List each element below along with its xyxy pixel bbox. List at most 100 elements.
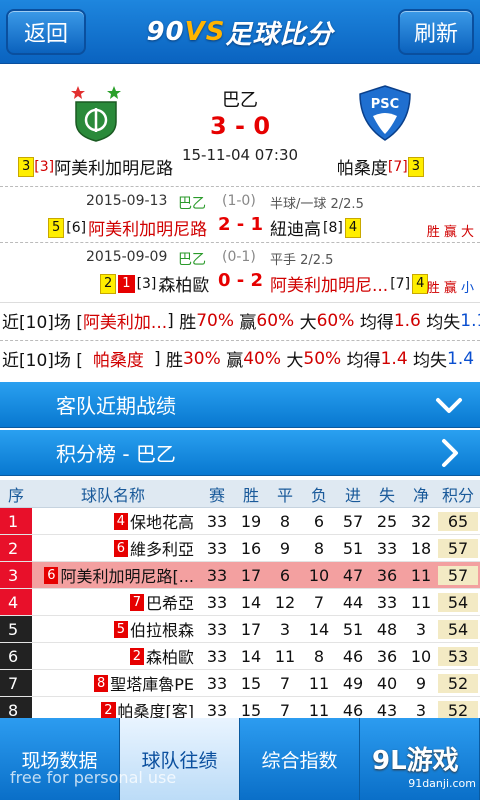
col-header: 负 xyxy=(310,485,327,505)
played: 33 xyxy=(206,565,228,585)
col-header: 序 xyxy=(8,485,25,505)
away-recent-section[interactable]: 客队近期战绩 xyxy=(0,382,480,428)
table-row[interactable]: 7 8 聖塔庫魯PE 33 15 7 11 49 40 9 52 xyxy=(0,670,480,697)
table-row[interactable]: 6 2 森柏歐 33 14 11 8 46 36 10 53 xyxy=(0,643,480,670)
match-league: 巴乙 xyxy=(222,90,258,111)
ga-label: 均失 xyxy=(426,313,461,333)
table-row[interactable]: 1 4 保地花高 33 19 8 6 57 25 32 65 xyxy=(0,508,480,535)
goals-against: 36 xyxy=(376,565,398,585)
h2h-halftime: (1-0) xyxy=(222,193,256,209)
h2h-home-rank: [3] xyxy=(136,275,157,292)
losses: 10 xyxy=(308,565,330,585)
points: 54 xyxy=(438,592,478,612)
wins: 14 xyxy=(240,592,262,612)
goals-for: 46 xyxy=(342,646,364,666)
refresh-button[interactable]: 刷新 xyxy=(398,9,474,55)
team-rank-badge: 8 xyxy=(93,674,109,692)
tab-team-history[interactable]: 球队往绩 xyxy=(120,718,240,800)
h2h-row[interactable]: 2015-09-09 巴乙 (0-1) 平手 2/2.5 2 1 [3] 森柏歐… xyxy=(0,242,480,298)
h2h-away-rank: [7] xyxy=(390,275,411,292)
played: 33 xyxy=(206,646,228,666)
played: 33 xyxy=(206,538,228,558)
gf-label: 均得 xyxy=(359,313,394,333)
losses: 7 xyxy=(313,592,325,612)
goals-for: 44 xyxy=(342,592,364,612)
points: 65 xyxy=(438,511,478,531)
h2h-result: 0 - 2 xyxy=(218,270,264,291)
table-row[interactable]: 4 7 巴希亞 33 14 12 7 44 33 11 54 xyxy=(0,589,480,616)
team-name: 阿美利加明尼路[... xyxy=(60,567,194,586)
col-header: 失 xyxy=(378,485,395,505)
tab-odds-index[interactable]: 综合指数 xyxy=(240,718,360,800)
wins: 14 xyxy=(240,646,262,666)
brand-logo: 9L游戏 91danji.com xyxy=(372,740,476,796)
logo-vs: VS xyxy=(184,17,226,47)
table-row[interactable]: 3 6 阿美利加明尼路[... 33 17 6 10 47 36 11 57 xyxy=(0,562,480,589)
team-cell: 4 保地花高 xyxy=(32,509,200,533)
points: 57 xyxy=(438,538,478,558)
goal-diff: 3 xyxy=(415,619,427,639)
avg-gf: 1.6 xyxy=(393,310,421,331)
h2h-row[interactable]: 2015-09-13 巴乙 (1-0) 半球/一球 2/2.5 5 [6] 阿美… xyxy=(0,186,480,242)
app-logo: 90 VS 足球比分 xyxy=(135,14,345,50)
goal-diff: 11 xyxy=(410,565,432,585)
win-pct: 70% xyxy=(196,310,234,331)
h2h-away: 阿美利加明尼... [7] 4 xyxy=(270,271,429,296)
losses: 14 xyxy=(308,619,330,639)
h2h-league: 巴乙 xyxy=(178,196,206,212)
col-header: 积分 xyxy=(441,485,474,505)
away-team-name: 帕桑度 xyxy=(336,159,388,179)
h2h-home: 2 1 [3] 森柏歐 xyxy=(100,271,209,296)
wins: 16 xyxy=(240,538,262,558)
played: 33 xyxy=(206,511,228,531)
h2h-tags: 胜 赢 小 xyxy=(426,281,474,296)
goals-for: 51 xyxy=(342,538,364,558)
rank-number: 3 xyxy=(0,562,32,588)
losses: 11 xyxy=(308,700,330,720)
table-row[interactable]: 5 5 伯拉根森 33 17 3 14 51 48 3 54 xyxy=(0,616,480,643)
summary-team: 帕桑度 xyxy=(92,351,144,371)
draws: 9 xyxy=(279,538,291,558)
rank-number: 4 xyxy=(0,589,32,615)
draws: 8 xyxy=(279,511,291,531)
played: 33 xyxy=(206,673,228,693)
col-header: 球队名称 xyxy=(80,485,145,505)
gf-label: 均得 xyxy=(346,351,381,371)
losses: 8 xyxy=(313,538,325,558)
home-rank: [3] xyxy=(34,158,55,175)
h2h-home-name: 森柏歐 xyxy=(158,276,210,296)
h2h-home-pos: 2 xyxy=(100,273,117,294)
svg-text:PSC: PSC xyxy=(371,97,399,112)
back-button[interactable]: 返回 xyxy=(6,9,86,55)
table-header: 序 球队名称 赛 胜 平 负 进 失 净 积分 xyxy=(0,480,480,508)
goal-diff: 9 xyxy=(415,673,427,693)
goals-against: 40 xyxy=(376,673,398,693)
goals-against: 33 xyxy=(376,592,398,612)
draws: 7 xyxy=(279,700,291,720)
table-row[interactable]: 2 6 維多利亞 33 16 9 8 51 33 18 57 xyxy=(0,535,480,562)
tab-live-data[interactable]: 现场数据 xyxy=(0,718,120,800)
recent-summary-away: 近[10]场 [ 帕桑度 ] 胜 30% 赢 40% 大 50% 均得 1.4 均失 1.… xyxy=(0,340,480,376)
team-cell: 6 阿美利加明尼路[... xyxy=(32,563,200,587)
over-label: 大 xyxy=(286,351,304,371)
home-team[interactable]: 3 [3] 阿美利加明尼路 xyxy=(18,154,173,179)
brand-name: 9L游戏 xyxy=(372,746,459,776)
summary-suffix: ] xyxy=(167,310,174,331)
goals-against: 48 xyxy=(376,619,398,639)
team-name: 伯拉根森 xyxy=(129,621,194,640)
team-rank-badge: 6 xyxy=(113,539,128,557)
chevron-right-icon xyxy=(442,439,458,467)
losses: 11 xyxy=(308,673,330,693)
over-pct: 50% xyxy=(303,348,342,369)
team-rank-badge: 2 xyxy=(101,701,116,719)
avg-ga: 1.1 xyxy=(460,310,480,331)
h2h-home-rank: [6] xyxy=(66,219,87,236)
standings-section[interactable]: 积分榜 - 巴乙 xyxy=(0,430,480,476)
away-team[interactable]: 帕桑度 [7] 3 xyxy=(337,154,424,179)
team-name: 巴希亞 xyxy=(145,594,194,613)
standings-table: 序 球队名称 赛 胜 平 负 进 失 净 积分 1 4 保地花高 33 19 8 6 57 25… xyxy=(0,480,480,724)
h2h-away-pos: 4 xyxy=(344,217,362,238)
away-position-badge: 3 xyxy=(407,156,424,177)
rank-number: 5 xyxy=(0,616,32,642)
goals-for: 57 xyxy=(342,511,364,531)
